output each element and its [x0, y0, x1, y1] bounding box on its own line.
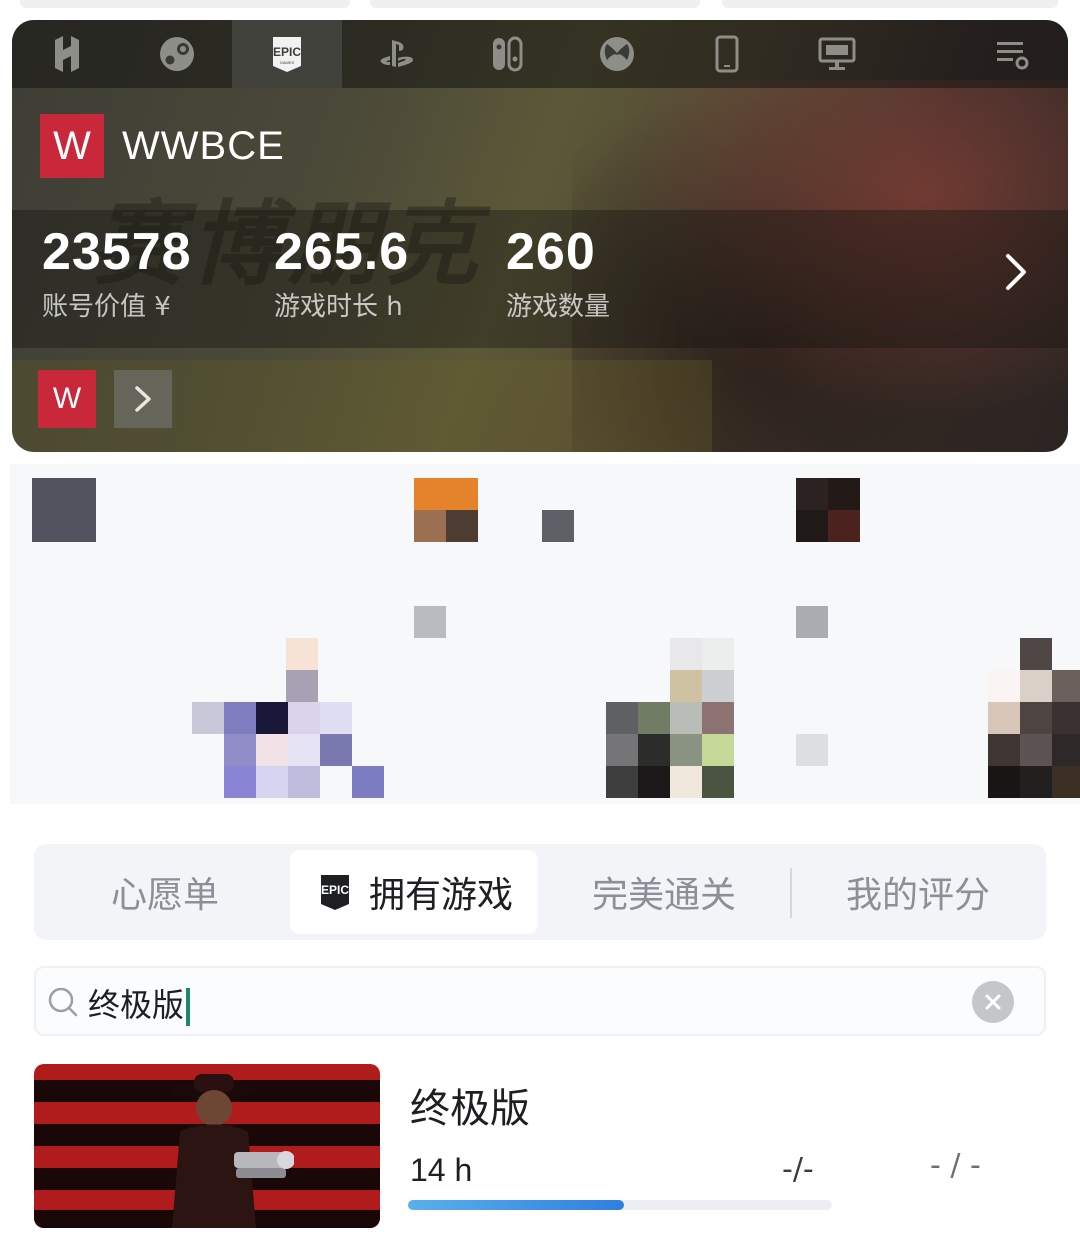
- game-search-bar[interactable]: 终极版: [34, 966, 1046, 1036]
- pixelated-content-area: [10, 464, 1080, 804]
- account-logo: W: [40, 114, 104, 178]
- heybox-icon: [55, 36, 79, 72]
- account-hero-card: 赛博朋克 EPIC GAMES W WWBCE 23578 账号价值 ¥ 265…: [12, 20, 1068, 452]
- stat-game-count: 260 游戏数量: [506, 223, 611, 322]
- tab-desktop[interactable]: [782, 20, 892, 88]
- tab-perfect-clear[interactable]: 完美通关: [544, 850, 784, 934]
- linked-account-logo[interactable]: W: [38, 370, 96, 428]
- tab-steam[interactable]: [122, 20, 232, 88]
- text-cursor: [186, 988, 191, 1026]
- platform-tab-bar: EPIC GAMES: [12, 20, 1068, 88]
- account-name: WWBCE: [122, 123, 285, 168]
- desktop-icon: [818, 37, 856, 70]
- tab-mobile[interactable]: [672, 20, 782, 88]
- clear-search-button[interactable]: [972, 981, 1014, 1023]
- linked-account-more-button[interactable]: [114, 370, 172, 428]
- game-library-screen: 赛博朋克 EPIC GAMES W WWBCE 23578 账号价值 ¥ 265…: [0, 0, 1080, 1246]
- stat-account-value: 23578 账号价值 ¥: [42, 223, 192, 322]
- chevron-right-icon: [135, 386, 151, 412]
- svg-text:EPIC: EPIC: [321, 883, 349, 897]
- game-cover-image: [34, 1064, 380, 1228]
- search-input[interactable]: 终极版: [88, 980, 191, 1026]
- account-brand: W WWBCE: [40, 114, 285, 178]
- tab-my-ratings[interactable]: 我的评分: [796, 850, 1040, 934]
- epic-games-icon: EPIC: [321, 875, 349, 910]
- top-card-peek: [0, 0, 1080, 10]
- close-icon: [985, 994, 1001, 1010]
- tab-owned-games[interactable]: EPIC 拥有游戏: [290, 850, 538, 934]
- segment-divider: [790, 868, 792, 918]
- account-stats[interactable]: 23578 账号价值 ¥ 265.6 游戏时长 h 260 游戏数量: [12, 210, 1068, 348]
- game-score: - / -: [930, 1148, 981, 1183]
- list-settings-icon: [997, 42, 1029, 70]
- tab-heybox[interactable]: [12, 20, 122, 88]
- game-list-item[interactable]: 终极版 14 h -/- - / -: [34, 1062, 1046, 1232]
- game-achievements: -/-: [782, 1152, 814, 1187]
- tab-epic-games[interactable]: EPIC GAMES: [232, 20, 342, 88]
- play-progress-bar: [408, 1200, 832, 1210]
- xbox-icon: [600, 37, 634, 71]
- library-segment-control: 心愿单 EPIC 拥有游戏 完美通关 我的评分: [34, 844, 1046, 940]
- game-title: 终极版: [410, 1086, 530, 1132]
- game-play-hours: 14 h: [410, 1152, 473, 1188]
- svg-text:GAMES: GAMES: [280, 60, 295, 65]
- playstation-icon: [380, 40, 413, 67]
- tab-nintendo-switch[interactable]: [452, 20, 562, 88]
- tab-playstation[interactable]: [342, 20, 452, 88]
- tab-wishlist[interactable]: 心愿单: [44, 850, 286, 934]
- search-icon: [48, 987, 78, 1017]
- linked-account-row: W: [38, 370, 172, 428]
- svg-text:EPIC: EPIC: [273, 45, 301, 59]
- steam-icon: [160, 37, 194, 71]
- play-progress-fill: [408, 1200, 625, 1210]
- tab-platform-settings[interactable]: [958, 20, 1068, 88]
- nintendo-switch-icon: [493, 36, 523, 72]
- stat-play-hours: 265.6 游戏时长 h: [274, 223, 410, 322]
- epic-games-icon: EPIC GAMES: [273, 37, 301, 72]
- mobile-icon: [715, 35, 739, 73]
- chevron-right-icon[interactable]: [994, 250, 1038, 294]
- tab-xbox[interactable]: [562, 20, 672, 88]
